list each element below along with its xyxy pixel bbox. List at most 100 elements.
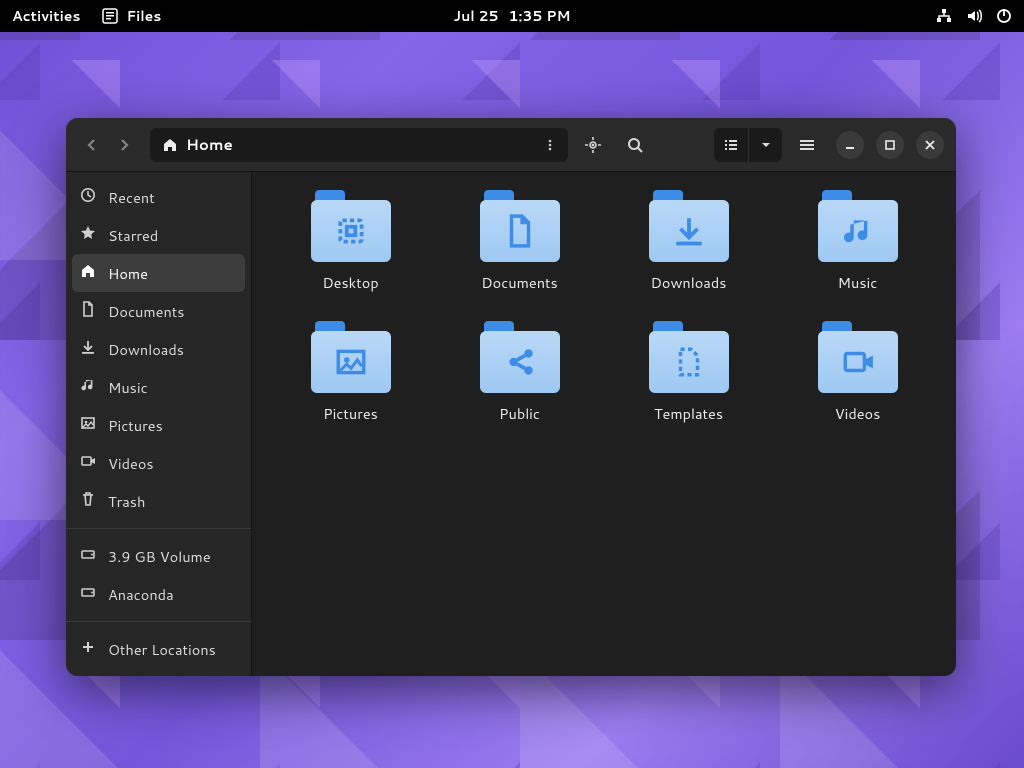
topbar-date: Jul 25 <box>453 6 498 26</box>
folder-label: Videos <box>835 403 881 424</box>
view-switcher <box>714 128 782 162</box>
sidebar-item-label: Downloads <box>108 339 184 360</box>
search-icon <box>626 136 644 154</box>
close-button[interactable] <box>916 131 944 159</box>
sidebar-item-label: Trash <box>108 491 145 512</box>
appmenu-label: Files <box>126 6 161 26</box>
sidebar-item-label: Starred <box>108 225 158 246</box>
folder-icon <box>649 190 729 262</box>
folder-label: Pictures <box>323 403 378 424</box>
sidebar-item-label: Anaconda <box>108 584 174 605</box>
locate-icon <box>584 136 602 154</box>
activities-button[interactable]: Activities <box>12 6 80 26</box>
sidebar-item-music[interactable]: Music <box>66 368 251 406</box>
folder-label: Documents <box>481 272 557 293</box>
appmenu-files[interactable]: Files <box>102 6 161 26</box>
search-button[interactable] <box>618 128 652 162</box>
doc-icon <box>80 301 96 322</box>
view-options-button[interactable] <box>748 128 782 162</box>
folder-label: Desktop <box>322 272 378 293</box>
home-icon <box>80 263 96 284</box>
folder-label: Music <box>838 272 878 293</box>
sidebar-volume[interactable]: Anaconda <box>66 575 251 613</box>
sidebar-other-locations[interactable]: Other Locations <box>66 630 251 668</box>
vid-icon <box>80 453 96 474</box>
sidebar-item-trash[interactable]: Trash <box>66 482 251 520</box>
star-icon <box>80 225 96 246</box>
nav-forward-button[interactable] <box>110 129 138 161</box>
sidebar-item-downloads[interactable]: Downloads <box>66 330 251 368</box>
plus-icon <box>80 639 96 660</box>
list-view-button[interactable] <box>714 128 748 162</box>
sidebar-item-documents[interactable]: Documents <box>66 292 251 330</box>
gnome-topbar: Activities Files Jul 25 1:35 PM <box>0 0 1024 32</box>
folder-label: Templates <box>654 403 723 424</box>
down-icon <box>80 339 96 360</box>
sidebar-item-label: Pictures <box>108 415 163 436</box>
sidebar-item-recent[interactable]: Recent <box>66 178 251 216</box>
folder-videos[interactable]: Videos <box>785 321 930 424</box>
sidebar-item-label: Home <box>108 263 148 284</box>
locate-button[interactable] <box>576 128 610 162</box>
sidebar-item-label: Recent <box>108 187 155 208</box>
folder-desktop[interactable]: Desktop <box>278 190 423 293</box>
pathbar[interactable]: Home <box>150 128 568 162</box>
hamburger-icon <box>798 136 816 154</box>
clock-icon <box>80 187 96 208</box>
sidebar-item-pictures[interactable]: Pictures <box>66 406 251 444</box>
sidebar-item-label: Music <box>108 377 148 398</box>
folder-documents[interactable]: Documents <box>447 190 592 293</box>
sidebar-item-label: Other Locations <box>108 639 216 660</box>
hamburger-menu-button[interactable] <box>790 128 824 162</box>
kebab-icon <box>543 138 557 152</box>
folder-music[interactable]: Music <box>785 190 930 293</box>
topbar-time: 1:35 PM <box>509 6 571 26</box>
sidebar-item-label: Videos <box>108 453 154 474</box>
trash-icon <box>80 491 96 512</box>
folder-icon <box>818 321 898 393</box>
folder-icon <box>818 190 898 262</box>
close-icon <box>924 139 936 151</box>
sidebar-separator <box>66 528 251 529</box>
volume-icon[interactable] <box>966 8 982 24</box>
sidebar-item-starred[interactable]: Starred <box>66 216 251 254</box>
network-icon[interactable] <box>936 8 952 24</box>
music-icon <box>80 377 96 398</box>
files-app-icon <box>102 8 118 24</box>
folder-icon <box>480 190 560 262</box>
pathbar-menu-button[interactable] <box>536 131 564 159</box>
folder-pictures[interactable]: Pictures <box>278 321 423 424</box>
folder-templates[interactable]: Templates <box>616 321 761 424</box>
folder-icon <box>649 321 729 393</box>
maximize-icon <box>884 139 896 151</box>
nav-back-button[interactable] <box>78 129 106 161</box>
titlebar: Home <box>66 118 956 172</box>
sidebar-item-home[interactable]: Home <box>72 254 245 292</box>
clock-area[interactable]: Jul 25 1:35 PM <box>453 6 570 26</box>
home-icon <box>162 137 178 153</box>
chevron-right-icon <box>117 138 131 152</box>
sidebar-separator <box>66 621 251 622</box>
pathbar-location: Home <box>186 134 233 155</box>
power-icon[interactable] <box>996 8 1012 24</box>
sidebar-volume[interactable]: 3.9 GB Volume <box>66 537 251 575</box>
sidebar: Recent Starred Home Documents Downloads Music… <box>66 172 252 676</box>
maximize-button[interactable] <box>876 131 904 159</box>
folder-public[interactable]: Public <box>447 321 592 424</box>
sidebar-item-videos[interactable]: Videos <box>66 444 251 482</box>
minimize-button[interactable] <box>836 131 864 159</box>
folder-icon <box>311 321 391 393</box>
sidebar-item-label: Documents <box>108 301 184 322</box>
pic-icon <box>80 415 96 436</box>
sidebar-item-label: 3.9 GB Volume <box>108 546 211 567</box>
files-window: Home Recent Starred Home Documents Downloads… <box>66 118 956 676</box>
caret-down-icon <box>760 139 772 151</box>
content-area[interactable]: Desktop Documents Downloads Music Pictur… <box>252 172 956 676</box>
folder-icon <box>480 321 560 393</box>
folder-grid: Desktop Documents Downloads Music Pictur… <box>278 190 930 424</box>
minimize-icon <box>844 139 856 151</box>
folder-label: Public <box>499 403 540 424</box>
folder-downloads[interactable]: Downloads <box>616 190 761 293</box>
chevron-left-icon <box>85 138 99 152</box>
drive-icon <box>80 584 96 605</box>
